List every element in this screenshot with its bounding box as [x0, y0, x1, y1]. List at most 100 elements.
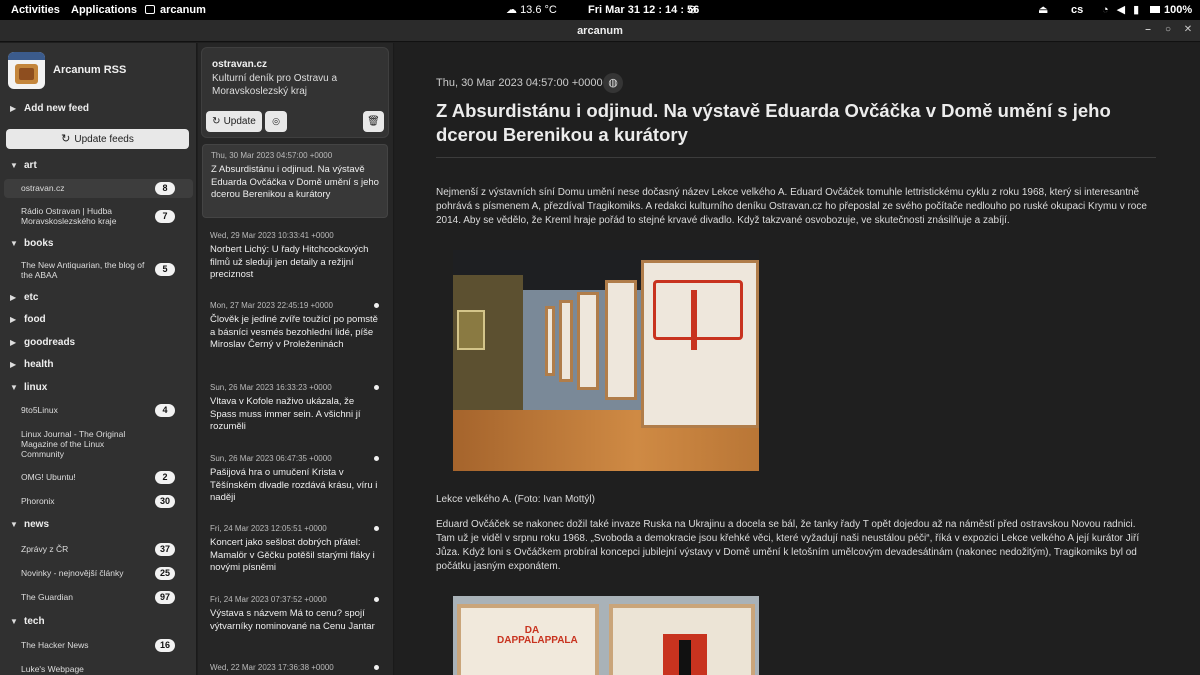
unread-count-badge: 2 [155, 471, 175, 484]
chevron-right-icon: ▶ [10, 315, 17, 324]
battery-percent: 100% [1164, 4, 1193, 16]
close-icon[interactable]: ✕ [1178, 20, 1198, 42]
weather-temp: 13.6 °C [520, 4, 557, 16]
unread-dot-icon [374, 526, 379, 531]
focused-app-label: arcanum [160, 4, 206, 16]
update-feeds-label: Update feeds [74, 134, 134, 145]
activities-button[interactable]: Activities [11, 0, 60, 20]
artwork-lettering: DA DAPPALAPPALA [497, 625, 578, 646]
feed-item-new-antiquarian[interactable]: The New Antiquarian, the blog of the ABA… [4, 260, 193, 284]
feed-item-9to5linux[interactable]: 9to5Linux 4 [4, 404, 193, 419]
reader-article-date: Thu, 30 Mar 2023 04:57:00 +0000 [436, 77, 603, 89]
article-title: Člověk je jediné zvíře toužící po pomstě… [210, 314, 378, 350]
add-new-feed-label: Add new feed [24, 103, 90, 114]
window-title-bar[interactable]: arcanum – ○ ✕ [0, 20, 1200, 42]
delete-feed-button[interactable]: 🗑 [363, 111, 384, 132]
article-date: Sun, 26 Mar 2023 06:47:35 +0000 [210, 454, 332, 463]
eject-icon[interactable]: ⏏ [1038, 0, 1048, 20]
feed-item-linux-journal[interactable]: Linux Journal - The Original Magazine of… [4, 429, 193, 461]
category-label: tech [24, 616, 45, 627]
minimize-icon[interactable]: – [1138, 20, 1158, 42]
feeds-sidebar: Arcanum RSS ▶ Add new feed ↻ Update feeds … [0, 43, 197, 675]
article-reader: Thu, 30 Mar 2023 04:57:00 +0000 ◍ Z Absu… [395, 43, 1200, 675]
system-tray[interactable]: ◔ ◀ ▮ [1102, 0, 1147, 20]
unread-count-badge: 25 [155, 567, 175, 580]
article-item[interactable]: Thu, 30 Mar 2023 04:57:00 +0000 Z Absurd… [202, 144, 388, 218]
chevron-down-icon: ▼ [10, 383, 18, 392]
chevron-down-icon: ▼ [10, 617, 18, 626]
article-paragraph: Eduard Ovčáček se nakonec dožil také inv… [436, 519, 1140, 572]
article-date: Wed, 22 Mar 2023 17:36:38 +0000 [210, 663, 334, 672]
category-health[interactable]: ▶ health [10, 359, 53, 370]
category-label: books [24, 238, 54, 249]
category-linux[interactable]: ▼ linux [10, 382, 47, 393]
clock[interactable]: Fri Mar 31 12 : 14 : 56 [588, 0, 699, 20]
article-item[interactable]: Fri, 24 Mar 2023 07:37:52 +0000 Výstava … [202, 589, 388, 653]
feed-item-phoronix[interactable]: Phoronix 30 [4, 495, 193, 510]
feed-item-lukes-webpage[interactable]: Luke's Webpage [4, 664, 193, 675]
unread-count-badge: 5 [155, 263, 175, 276]
battery-icon [1150, 6, 1160, 13]
chevron-down-icon: ▼ [10, 161, 18, 170]
maximize-icon[interactable]: ○ [1158, 20, 1178, 42]
category-tech[interactable]: ▼ tech [10, 616, 45, 627]
article-date: Fri, 24 Mar 2023 07:37:52 +0000 [210, 595, 327, 604]
feed-title: ostravan.cz [212, 59, 268, 70]
category-etc[interactable]: ▶ etc [10, 292, 38, 303]
feed-name: The Guardian [21, 592, 73, 602]
article-item[interactable]: Sun, 26 Mar 2023 16:33:23 +0000 Vltava v… [202, 377, 388, 441]
battery-indicator[interactable]: 100% [1150, 0, 1192, 20]
feed-name: Luke's Webpage [21, 664, 84, 674]
category-books[interactable]: ▼ books [10, 238, 53, 249]
article-item[interactable]: Sun, 26 Mar 2023 06:47:35 +0000 Pašijová… [202, 448, 388, 512]
feed-item-hacker-news[interactable]: The Hacker News 16 [4, 639, 193, 654]
keyboard-language[interactable]: cs [1071, 0, 1083, 20]
app-window-icon [145, 5, 155, 14]
category-label: food [24, 314, 46, 325]
article-date: Wed, 29 Mar 2023 10:33:41 +0000 [210, 231, 334, 240]
feed-name: OMG! Ubuntu! [21, 472, 76, 482]
feed-name: The New Antiquarian, the blog of the ABA… [21, 260, 145, 280]
update-feeds-button[interactable]: ↻ Update feeds [6, 129, 189, 149]
mark-read-button[interactable]: ◎ [265, 111, 287, 132]
no-network-icon[interactable]: ⊘ [688, 0, 697, 20]
reader-article-title: Z Absurdistánu i odjinud. Na výstavě Edu… [436, 100, 1111, 145]
article-title: Pašijová hra o umučení Krista v Těšínské… [210, 467, 378, 503]
category-art[interactable]: ▼ art [10, 160, 37, 171]
feed-item-radio-ostravan[interactable]: Rádio Ostravan | Hudba Moravskoslezského… [4, 206, 193, 230]
feed-name: Rádio Ostravan | Hudba Moravskoslezského… [21, 206, 117, 226]
feed-item-omg-ubuntu[interactable]: OMG! Ubuntu! 2 [4, 471, 193, 486]
feed-description: Kulturní deník pro Ostravu a Moravskosle… [212, 73, 338, 97]
add-new-feed-expander[interactable]: ▶ Add new feed [10, 103, 89, 114]
feed-item-zpravy-z-cr[interactable]: Zprávy z ČR 37 [4, 543, 193, 558]
window-title: arcanum [577, 25, 623, 37]
article-item[interactable]: Mon, 27 Mar 2023 22:45:19 +0000 Člověk j… [202, 295, 388, 369]
article-photo-artworks: DA DAPPALAPPALA [453, 596, 759, 675]
applications-menu[interactable]: Applications [71, 0, 137, 20]
volume-icon: ◀ [1116, 4, 1126, 16]
article-date: Mon, 27 Mar 2023 22:45:19 +0000 [210, 301, 333, 310]
category-goodreads[interactable]: ▶ goodreads [10, 337, 75, 348]
unread-count-badge: 4 [155, 404, 175, 417]
feed-item-the-guardian[interactable]: The Guardian 97 [4, 591, 193, 606]
chevron-right-icon: ▶ [10, 293, 17, 302]
feed-item-ostravan[interactable]: ostravan.cz 8 [4, 179, 193, 198]
focused-app-menu[interactable]: arcanum [145, 0, 206, 20]
update-feed-label: Update [223, 116, 256, 127]
globe-icon[interactable]: ◍ [603, 73, 623, 93]
feed-name: Phoronix [21, 496, 55, 506]
category-news[interactable]: ▼ news [10, 519, 49, 530]
article-item[interactable]: Wed, 22 Mar 2023 17:36:38 +0000 [202, 657, 388, 675]
unread-count-badge: 97 [155, 591, 175, 604]
article-date: Thu, 30 Mar 2023 04:57:00 +0000 [211, 151, 333, 160]
article-item[interactable]: Fri, 24 Mar 2023 12:05:51 +0000 Koncert … [202, 518, 388, 582]
category-food[interactable]: ▶ food [10, 314, 46, 325]
feed-item-novinky[interactable]: Novinky - nejnovější články 25 [4, 567, 193, 582]
article-title: Vltava v Kofole naživo ukázala, že Spass… [210, 396, 361, 432]
unread-count-badge: 8 [155, 182, 175, 195]
article-item[interactable]: Wed, 29 Mar 2023 10:33:41 +0000 Norbert … [202, 225, 388, 289]
update-feed-button[interactable]: ↻ Update [206, 111, 262, 132]
weather-indicator[interactable]: ☁ 13.6 °C [506, 0, 557, 20]
unread-count-badge: 7 [155, 210, 175, 223]
chevron-right-icon: ▶ [10, 104, 17, 113]
